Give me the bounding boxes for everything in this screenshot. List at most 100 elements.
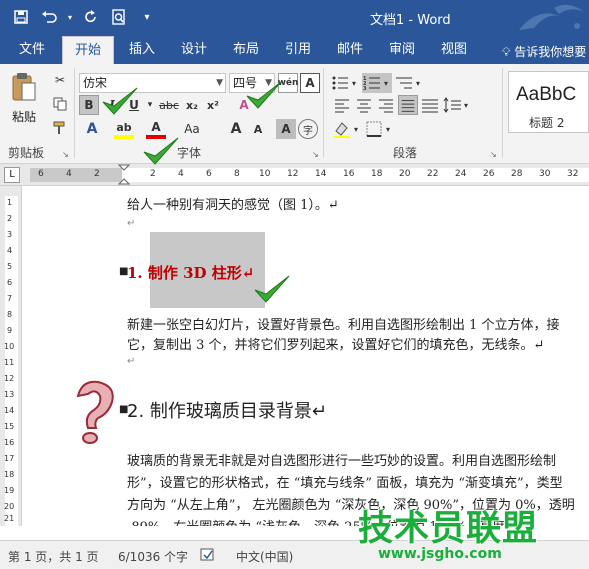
- lightbulb-icon: 💡︎: [502, 45, 511, 59]
- proofing-icon[interactable]: [200, 548, 216, 565]
- bold-button[interactable]: B: [79, 95, 99, 115]
- ruler-number: 24: [455, 169, 467, 179]
- vruler-number: 3: [7, 230, 13, 239]
- ruler-number: 12: [287, 169, 299, 179]
- vruler-number: 9: [7, 326, 13, 335]
- tab-references[interactable]: 引用: [274, 36, 322, 64]
- heading-2: 2. 制作玻璃质目录背景↵: [127, 401, 327, 422]
- ruler-number: 2: [150, 169, 156, 179]
- style-name: 标题 2: [529, 116, 565, 130]
- paragraph-launcher-icon[interactable]: ↘: [490, 150, 497, 159]
- ruler-number: 14: [315, 169, 327, 179]
- vruler-number: 7: [7, 294, 13, 303]
- indent-marker-icon[interactable]: [118, 164, 130, 186]
- align-left-icon[interactable]: [332, 95, 352, 115]
- chevron-down-icon[interactable]: ▾: [145, 95, 155, 115]
- cut-icon[interactable]: ✂: [50, 70, 70, 90]
- tab-selector-icon[interactable]: L: [4, 167, 20, 183]
- paste-icon[interactable]: [11, 72, 37, 104]
- char-shading-button[interactable]: A: [276, 119, 296, 139]
- tab-insert[interactable]: 插入: [118, 36, 166, 64]
- bullets-icon[interactable]: ▾: [330, 73, 360, 93]
- font-launcher-icon[interactable]: ↘: [312, 150, 319, 159]
- ruler-number: 20: [399, 169, 411, 179]
- doc-line-intro: 给人一种别有洞天的感觉（图 1）。↵: [127, 198, 339, 213]
- enclose-char-button[interactable]: 字: [298, 119, 318, 139]
- doc-paragraph-line: 形”，设置它的形状格式，在 “填充与线条” 面板，填充为 “渐变填充”，类型: [127, 476, 563, 491]
- ruler-number: 26: [483, 169, 495, 179]
- subscript-button[interactable]: x₂: [182, 95, 202, 115]
- redo-icon[interactable]: [80, 6, 102, 28]
- doc-paragraph-line: 玻璃质的背景无非就是对自选图形进行一些巧妙的设置。利用自选图形绘制: [127, 454, 557, 469]
- align-center-icon[interactable]: [354, 95, 374, 115]
- vruler-number: 10: [4, 342, 15, 351]
- tab-file[interactable]: 文件: [8, 36, 56, 64]
- superscript-button[interactable]: x²: [203, 95, 223, 115]
- format-painter-icon[interactable]: [50, 118, 70, 138]
- tell-me-text: 告诉我你想要: [514, 45, 587, 59]
- shading-icon[interactable]: ▾: [332, 119, 362, 139]
- paste-label[interactable]: 粘贴: [12, 108, 36, 125]
- vertical-ruler[interactable]: 1 2 3 4 5 6 7 8 9 10 11 12 13 14 15 16 1…: [0, 186, 22, 526]
- align-right-icon[interactable]: [376, 95, 396, 115]
- highlight-button[interactable]: ab: [114, 119, 134, 139]
- quick-access-toolbar: ▾ ▾: [10, 6, 158, 28]
- ruler-number: 32: [567, 169, 579, 179]
- title-decoration-icon: [519, 4, 584, 30]
- language-indicator[interactable]: 中文(中国): [236, 548, 293, 565]
- char-border-icon[interactable]: A: [300, 73, 320, 93]
- undo-icon[interactable]: [38, 6, 60, 28]
- shrink-font-button[interactable]: A: [248, 119, 268, 139]
- change-case-button[interactable]: Aa: [180, 119, 204, 139]
- paragraph-mark: ↵: [127, 356, 136, 367]
- page-count[interactable]: 第 1 页，共 1 页: [8, 548, 99, 565]
- text-effects-icon[interactable]: A: [82, 119, 102, 139]
- vruler-number: 15: [4, 422, 15, 431]
- multilevel-list-icon[interactable]: ▾: [394, 73, 424, 93]
- svg-text:▾: ▾: [464, 101, 468, 110]
- ruler-number: 16: [343, 169, 355, 179]
- chevron-down-icon[interactable]: ▾: [66, 6, 74, 28]
- tell-me-box[interactable]: 💡︎ 告诉我你想要: [502, 43, 586, 60]
- check-mark-icon: [246, 81, 282, 109]
- distributed-icon[interactable]: [420, 95, 440, 115]
- tab-view[interactable]: 视图: [430, 36, 478, 64]
- chevron-down-icon: ▼: [216, 78, 223, 88]
- title-bar: ▾ ▾ 文档1 - Word: [0, 0, 589, 36]
- tab-design[interactable]: 设计: [170, 36, 218, 64]
- strikethrough-button[interactable]: abc: [158, 95, 180, 115]
- tab-layout[interactable]: 布局: [222, 36, 270, 64]
- ruler-number: 10: [259, 169, 271, 179]
- grow-font-button[interactable]: A: [226, 119, 246, 139]
- vruler-number: 21: [4, 514, 15, 523]
- save-icon[interactable]: [10, 6, 32, 28]
- vruler-number: 17: [4, 454, 15, 463]
- doc-paragraph-line: 新建一张空白幻灯片，设置好背景色。利用自选图形绘制出 1 个立方体，接: [127, 318, 560, 333]
- justify-icon[interactable]: [398, 95, 418, 115]
- borders-icon[interactable]: ▾: [364, 119, 394, 139]
- horizontal-ruler[interactable]: L 6 4 2 2 4 6 8 10 12 14 16 18 20 22 24 …: [0, 164, 589, 186]
- tab-home[interactable]: 开始: [62, 36, 114, 64]
- style-gallery-item[interactable]: AaBbC 标题 2: [508, 71, 589, 133]
- clipboard-launcher-icon[interactable]: ↘: [62, 150, 69, 159]
- svg-text:▾: ▾: [386, 125, 390, 134]
- word-count[interactable]: 6/1036 个字: [118, 548, 188, 565]
- numbering-icon[interactable]: 123▾: [362, 73, 392, 93]
- watermark-url: www.jsgho.com: [378, 546, 502, 562]
- print-preview-icon[interactable]: [108, 6, 130, 28]
- svg-text:▾: ▾: [384, 79, 388, 88]
- copy-icon[interactable]: [50, 94, 70, 114]
- line-spacing-icon[interactable]: ▾: [442, 95, 472, 115]
- group-divider: [502, 68, 503, 158]
- vruler-number: 5: [7, 262, 13, 271]
- document-page[interactable]: 给人一种别有洞天的感觉（图 1）。↵ ↵ ■ 1. 制作 3D 柱形↵ 新建一张…: [23, 186, 589, 526]
- watermark-title: 技术员联盟: [358, 509, 539, 549]
- check-mark-icon: [102, 87, 138, 115]
- svg-text:▾: ▾: [354, 125, 358, 134]
- ruler-number: 30: [539, 169, 551, 179]
- ruler-number: 22: [427, 169, 439, 179]
- ruler-number: 6: [38, 169, 44, 179]
- tab-mailings[interactable]: 邮件: [326, 36, 374, 64]
- customize-qat-icon[interactable]: ▾: [136, 6, 158, 28]
- tab-review[interactable]: 审阅: [378, 36, 426, 64]
